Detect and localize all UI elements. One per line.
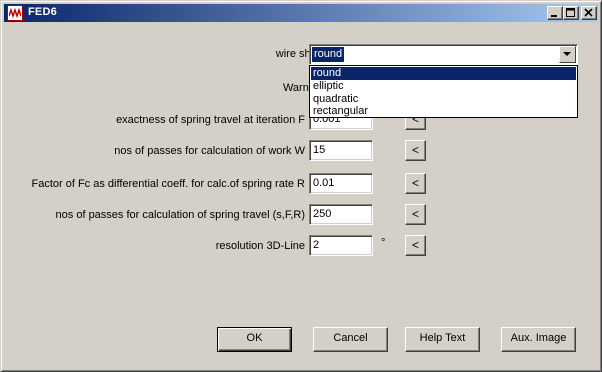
degree-unit: ° xyxy=(381,237,386,249)
passes-travel-field[interactable]: 250 xyxy=(309,204,373,225)
passes-work-label: nos of passes for calculation of work W xyxy=(114,145,305,157)
app-icon[interactable] xyxy=(7,5,23,21)
wire-shape-select[interactable]: round xyxy=(309,44,578,65)
title-bar[interactable]: FED6 xyxy=(4,4,598,22)
option-elliptic[interactable]: elliptic xyxy=(311,80,576,93)
option-round[interactable]: round xyxy=(311,67,576,80)
close-icon xyxy=(584,8,593,17)
resolution-field[interactable]: 2 xyxy=(309,235,373,256)
window-title: FED6 xyxy=(28,6,57,18)
resolution-button[interactable]: < xyxy=(405,235,426,256)
dropdown-arrow-button[interactable] xyxy=(559,46,576,63)
exactness-label: exactness of spring travel at iteration … xyxy=(116,114,305,126)
passes-work-field[interactable]: 15 xyxy=(309,140,373,161)
passes-work-value: 15 xyxy=(313,144,326,156)
minimize-button[interactable] xyxy=(547,6,563,20)
wire-shape-dropdown: round elliptic quadratic rectangular xyxy=(309,65,578,118)
minimize-icon xyxy=(551,15,557,17)
factor-fc-value: 0.01 xyxy=(313,177,335,189)
factor-fc-field[interactable]: 0.01 xyxy=(309,173,373,194)
factor-fc-button[interactable]: < xyxy=(405,173,426,194)
resolution-value: 2 xyxy=(313,239,320,251)
passes-travel-label: nos of passes for calculation of spring … xyxy=(55,209,305,221)
maximize-icon xyxy=(566,8,575,17)
passes-work-button[interactable]: < xyxy=(405,140,426,161)
ok-button[interactable]: OK xyxy=(217,327,292,352)
close-button[interactable] xyxy=(581,6,597,20)
chevron-down-icon xyxy=(563,52,571,56)
wire-shape-value: round xyxy=(312,47,345,62)
passes-travel-button[interactable]: < xyxy=(405,204,426,225)
resolution-label: resolution 3D-Line xyxy=(215,240,305,252)
maximize-button[interactable] xyxy=(563,6,579,20)
factor-fc-label: Factor of Fc as differential coeff. for … xyxy=(31,178,306,190)
cancel-button[interactable]: Cancel xyxy=(313,327,388,352)
app-window: FED6 wire shape round round elliptic qua… xyxy=(0,0,602,372)
help-text-button[interactable]: Help Text xyxy=(405,327,480,352)
passes-travel-value: 250 xyxy=(313,208,332,220)
option-rectangular[interactable]: rectangular xyxy=(311,105,576,118)
aux-image-button[interactable]: Aux. Image xyxy=(501,327,576,352)
